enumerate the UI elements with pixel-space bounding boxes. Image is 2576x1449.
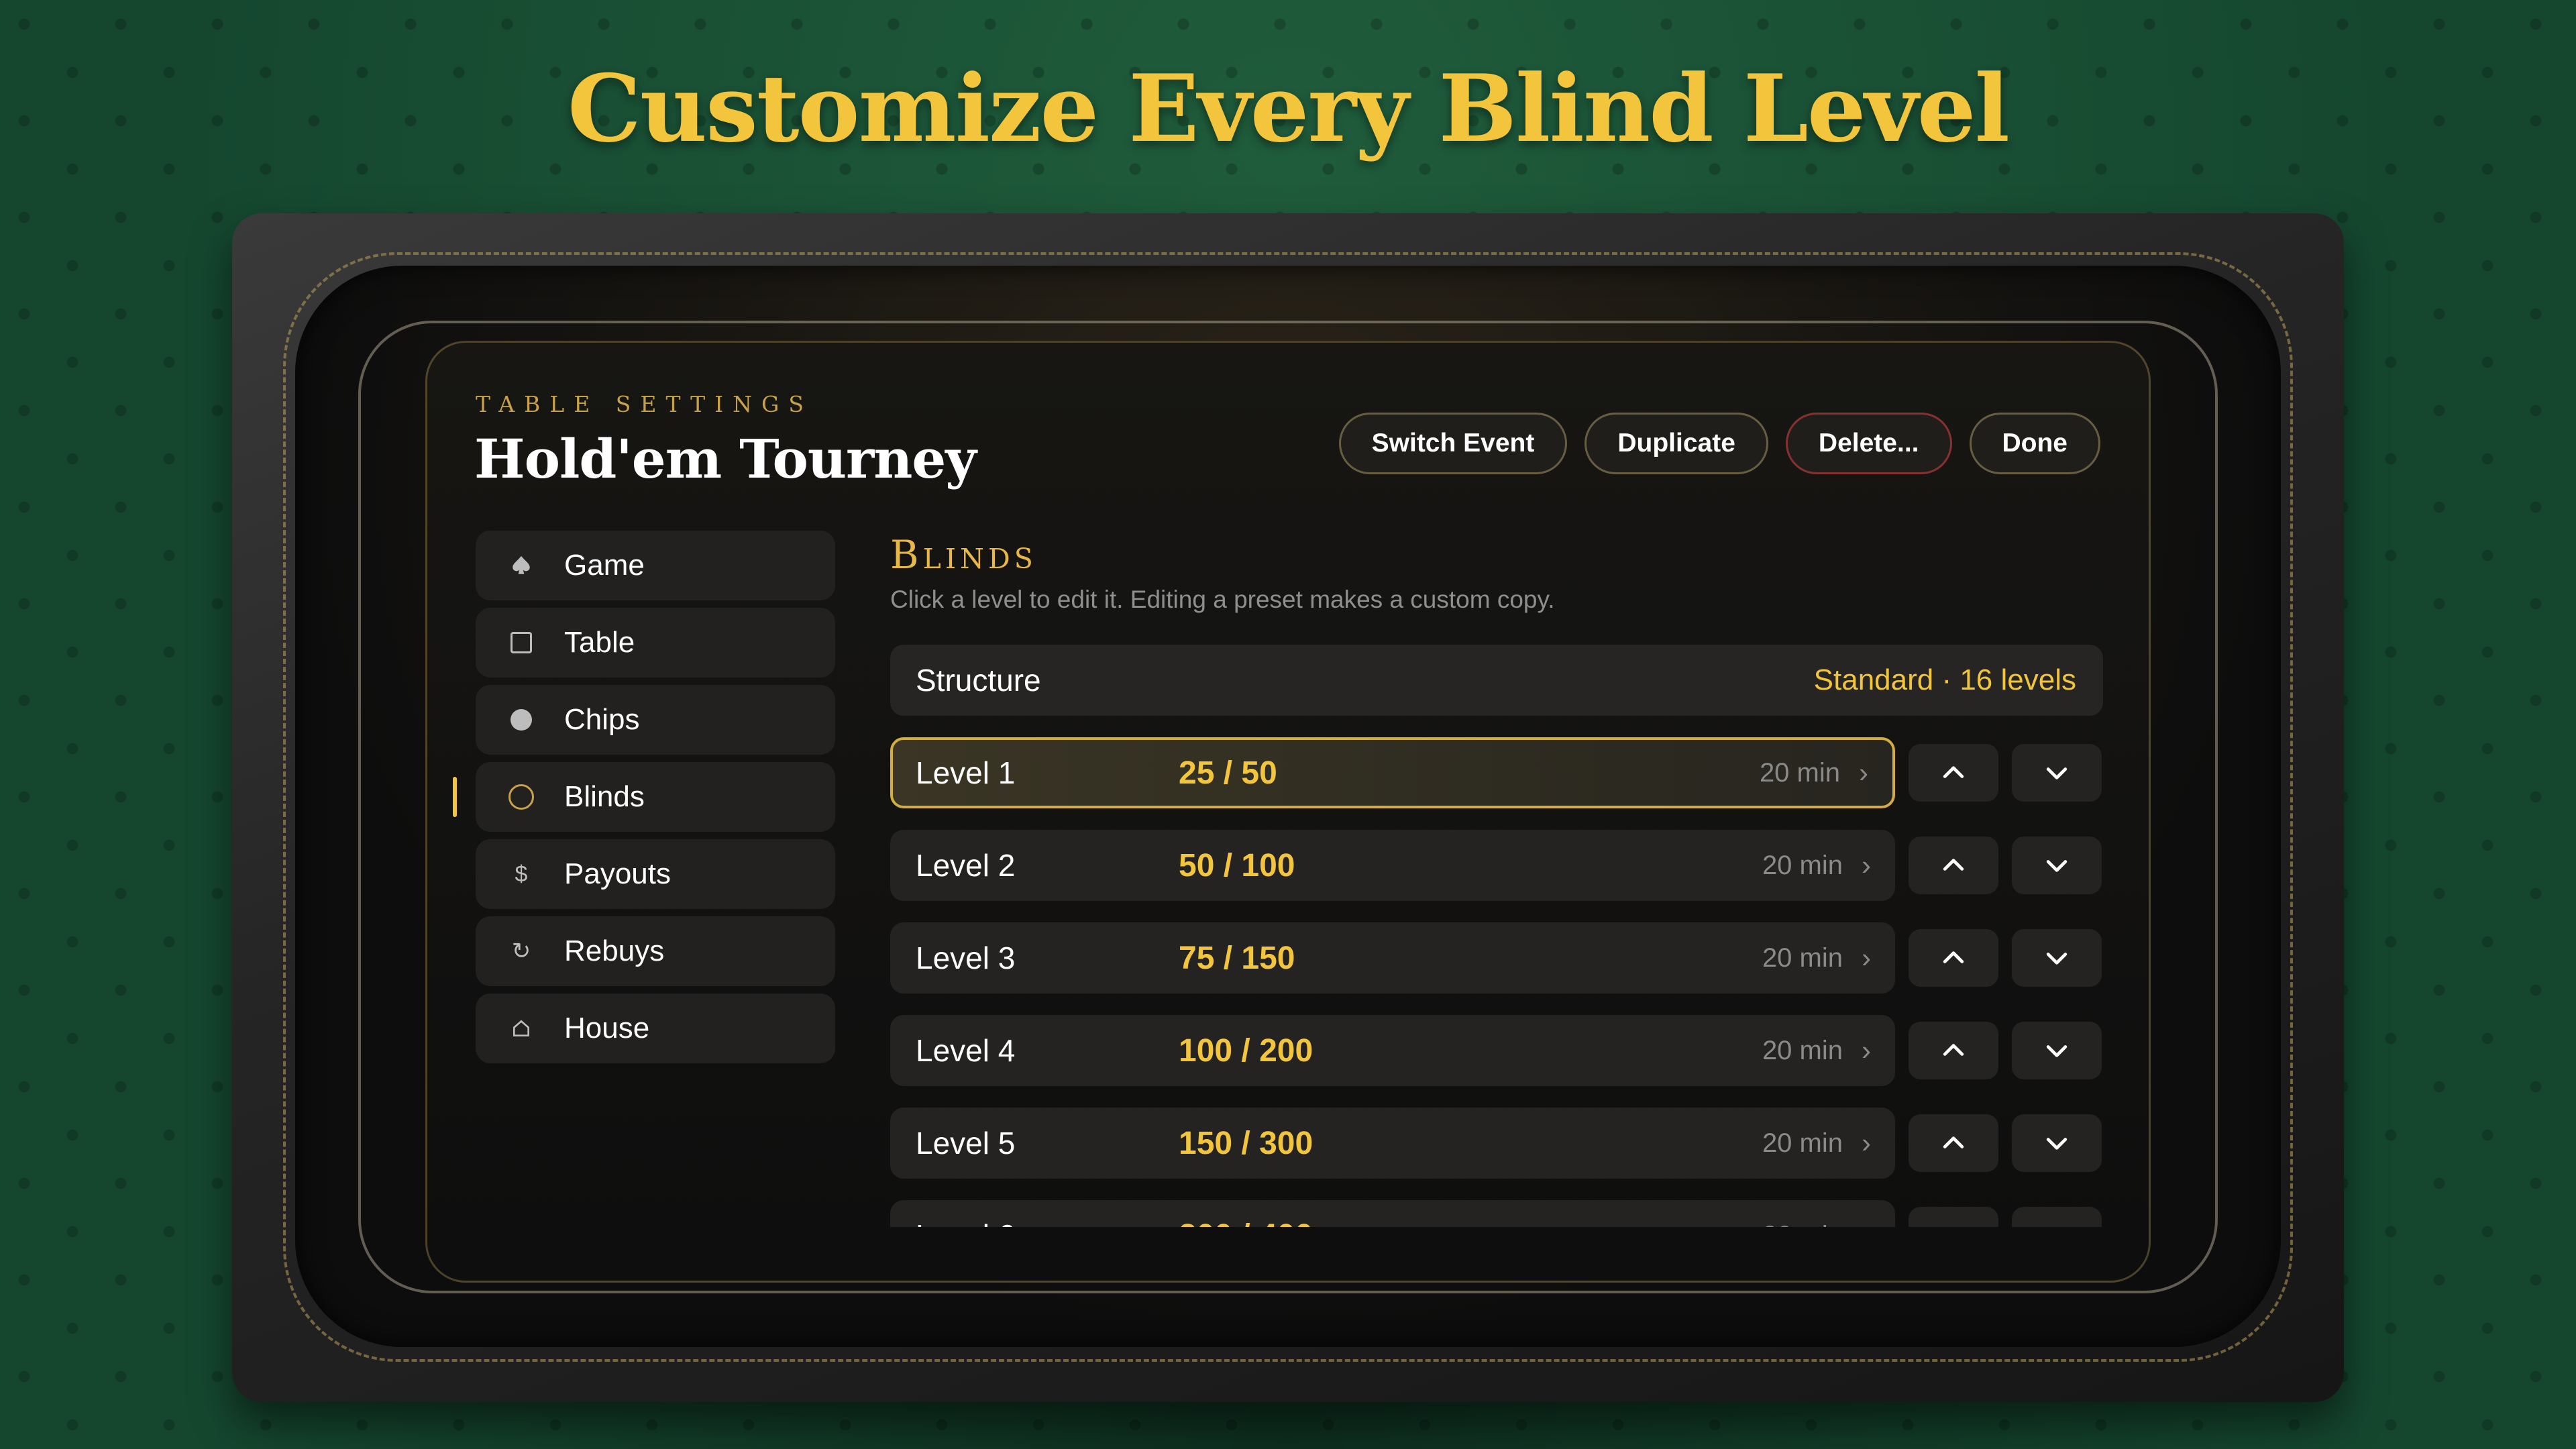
level-card[interactable]: Level 4 100 / 200 20 min › (890, 1015, 1895, 1086)
chevron-right-icon: › (1862, 1220, 1871, 1227)
switch-event-button[interactable]: Switch Event (1338, 413, 1568, 474)
levels-list[interactable]: Level 1 25 / 50 20 min › Level 2 50 / 10… (890, 737, 2103, 1227)
level-duration: 20 min (1762, 850, 1843, 880)
move-up-button[interactable] (1909, 744, 1998, 802)
chevron-right-icon: › (1862, 849, 1871, 881)
chevron-down-icon (2046, 1045, 2068, 1057)
sidebar-item-label: Table (564, 626, 635, 659)
section-title: Blinds (890, 532, 1037, 578)
ring-icon (508, 784, 535, 810)
refresh-icon: ↻ (511, 938, 531, 964)
level-duration: 20 min (1762, 1128, 1843, 1158)
chevron-right-icon: › (1862, 1034, 1871, 1066)
chevron-down-icon (2046, 860, 2068, 872)
chevron-up-icon (1943, 859, 1964, 871)
level-duration: 20 min (1762, 1035, 1843, 1065)
level-card[interactable]: Level 3 75 / 150 20 min › (890, 922, 1895, 994)
level-row: Level 3 75 / 150 20 min › (890, 922, 2103, 994)
level-name: Level 2 (916, 848, 1016, 883)
level-duration: 20 min (1762, 1221, 1843, 1228)
chip-icon (508, 706, 535, 733)
sidebar-item-label: Payouts (564, 857, 671, 890)
settings-sidebar: Game Table Chips Blinds $ Payouts ↻ Rebu… (453, 531, 835, 1071)
house-icon (508, 1015, 535, 1042)
level-blinds: 100 / 200 (1179, 1032, 1313, 1069)
level-card[interactable]: Level 2 50 / 100 20 min › (890, 830, 1895, 901)
level-duration: 20 min (1759, 757, 1840, 788)
chevron-down-icon (2046, 767, 2068, 780)
level-blinds: 150 / 300 (1179, 1125, 1313, 1161)
dollar-icon: $ (515, 861, 528, 887)
level-card[interactable]: Level 5 150 / 300 20 min › (890, 1108, 1895, 1179)
sidebar-item-game[interactable]: Game (476, 531, 835, 600)
move-up-button[interactable] (1909, 837, 1998, 894)
chevron-up-icon (1939, 1221, 1968, 1227)
sidebar-item-rebuys[interactable]: ↻ Rebuys (476, 916, 835, 986)
chevron-up-icon (1943, 766, 1964, 778)
level-name: Level 1 (916, 755, 1016, 790)
settings-panel: TABLE SETTINGS Hold'em Tourney Switch Ev… (425, 341, 2151, 1283)
structure-value: Standard · 16 levels (1813, 663, 2076, 696)
duplicate-button[interactable]: Duplicate (1585, 413, 1768, 474)
level-row: Level 1 25 / 50 20 min › (890, 737, 2103, 808)
chevron-down-icon (2042, 1221, 2072, 1227)
level-blinds: 50 / 100 (1179, 847, 1295, 883)
chevron-right-icon: › (1862, 942, 1871, 973)
level-card[interactable]: Level 6 200 / 400 20 min › (890, 1200, 1895, 1227)
level-row: Level 4 100 / 200 20 min › (890, 1015, 2103, 1086)
done-button[interactable]: Done (1969, 413, 2100, 474)
settings-eyebrow: TABLE SETTINGS (476, 391, 813, 417)
page-title: Hold'em Tourney (474, 427, 977, 490)
square-icon (508, 629, 535, 656)
move-down-button[interactable] (2012, 1207, 2102, 1227)
header-actions: Switch Event Duplicate Delete... Done (1338, 413, 2100, 474)
level-name: Level 3 (916, 941, 1016, 975)
level-blinds: 75 / 150 (1179, 940, 1295, 976)
level-blinds: 25 / 50 (1179, 755, 1277, 791)
move-down-button[interactable] (2012, 929, 2102, 987)
spade-icon (508, 552, 535, 579)
level-card[interactable]: Level 1 25 / 50 20 min › (890, 737, 1895, 808)
blinds-content: Blinds Click a level to edit it. Editing… (890, 531, 2103, 1227)
sidebar-item-blinds[interactable]: Blinds (453, 762, 835, 832)
level-row: Level 5 150 / 300 20 min › (890, 1108, 2103, 1179)
move-up-button[interactable] (1909, 929, 1998, 987)
move-down-button[interactable] (2012, 837, 2102, 894)
level-blinds: 200 / 400 (1179, 1218, 1762, 1228)
chevron-down-icon (2046, 1138, 2068, 1150)
chevron-up-icon (1943, 1044, 1964, 1056)
active-indicator (453, 777, 457, 817)
sidebar-item-table[interactable]: Table (476, 608, 835, 678)
sidebar-item-label: Rebuys (564, 934, 665, 967)
sidebar-item-payouts[interactable]: $ Payouts (476, 839, 835, 909)
structure-selector[interactable]: Structure Standard · 16 levels (890, 645, 2103, 716)
section-subtitle: Click a level to edit it. Editing a pres… (890, 586, 1555, 613)
chevron-up-icon (1943, 1136, 1964, 1148)
structure-label: Structure (916, 663, 1041, 698)
move-down-button[interactable] (2012, 744, 2102, 802)
move-up-button[interactable] (1909, 1022, 1998, 1079)
chevron-right-icon: › (1859, 757, 1868, 788)
sidebar-item-label: Blinds (564, 780, 645, 813)
level-name: Level 5 (916, 1126, 1016, 1161)
sidebar-item-label: Chips (564, 703, 640, 736)
level-name: Level 4 (916, 1033, 1016, 1068)
move-up-button[interactable] (1909, 1114, 1998, 1172)
level-duration: 20 min (1762, 943, 1843, 973)
chevron-down-icon (2046, 953, 2068, 965)
marketing-headline: Customize Every Blind Level (567, 54, 2010, 163)
move-down-button[interactable] (2012, 1022, 2102, 1079)
delete-button[interactable]: Delete... (1785, 413, 1952, 474)
sidebar-item-label: House (564, 1012, 650, 1044)
chevron-up-icon (1943, 951, 1964, 963)
level-name: Level 6 (916, 1218, 1179, 1227)
sidebar-item-house[interactable]: House (476, 994, 835, 1063)
move-down-button[interactable] (2012, 1114, 2102, 1172)
sidebar-item-label: Game (564, 549, 645, 582)
move-up-button[interactable] (1909, 1207, 1998, 1227)
level-row: Level 6 200 / 400 20 min › (890, 1200, 2103, 1227)
sidebar-item-chips[interactable]: Chips (476, 685, 835, 755)
level-row: Level 2 50 / 100 20 min › (890, 830, 2103, 901)
chevron-right-icon: › (1862, 1127, 1871, 1159)
